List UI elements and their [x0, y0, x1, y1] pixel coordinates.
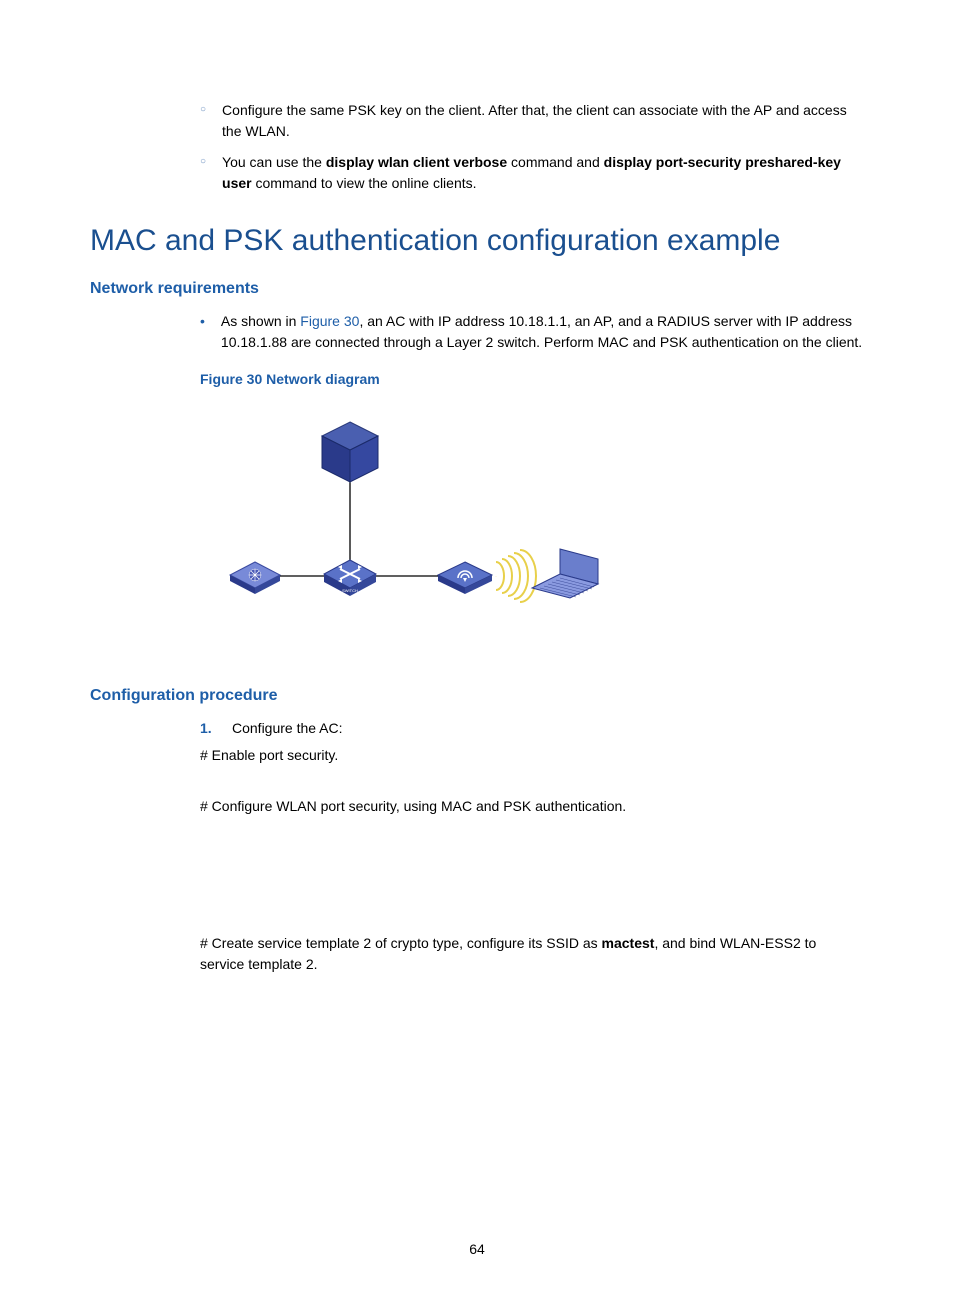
- subsection-heading: Configuration procedure: [90, 684, 864, 708]
- figure-link[interactable]: Figure 30: [300, 313, 359, 329]
- laptop-icon: [532, 549, 598, 598]
- subsection-heading: Network requirements: [90, 277, 864, 301]
- intro-sub-bullets: ○ Configure the same PSK key on the clie…: [200, 100, 864, 194]
- procedure-step: 1. Configure the AC:: [200, 718, 864, 739]
- text-span: # Create service template 2 of crypto ty…: [200, 935, 602, 951]
- text-span: As shown in: [221, 313, 300, 329]
- step-detail: # Configure WLAN port security, using MA…: [200, 796, 864, 817]
- figure-caption: Figure 30 Network diagram: [200, 369, 864, 390]
- bullet-text: As shown in Figure 30, an AC with IP add…: [221, 311, 864, 353]
- bold-ssid: mactest: [602, 935, 655, 951]
- bullet-text: You can use the display wlan client verb…: [222, 152, 864, 194]
- text-span: command and: [507, 154, 604, 170]
- sub-bullet-item: ○ Configure the same PSK key on the clie…: [200, 100, 864, 142]
- bold-command: display wlan client verbose: [326, 154, 507, 170]
- server-icon: [322, 422, 378, 482]
- switch-icon: SWITCH: [324, 560, 376, 596]
- wireless-signal-icon: [496, 550, 536, 602]
- step-text: Configure the AC:: [232, 718, 864, 739]
- text-span: command to view the online clients.: [252, 175, 477, 191]
- bullet-text: Configure the same PSK key on the client…: [222, 100, 864, 142]
- requirement-bullet: • As shown in Figure 30, an AC with IP a…: [200, 311, 864, 353]
- sub-bullet-item: ○ You can use the display wlan client ve…: [200, 152, 864, 194]
- circle-bullet-icon: ○: [200, 152, 206, 194]
- step-detail: # Enable port security.: [200, 745, 864, 766]
- svg-text:SWITCH: SWITCH: [342, 588, 358, 593]
- access-point-icon: [438, 562, 492, 594]
- circle-bullet-icon: ○: [200, 100, 206, 142]
- dot-bullet-icon: •: [200, 311, 205, 353]
- network-diagram: SWITCH: [200, 404, 864, 644]
- page-number: 64: [0, 1239, 954, 1260]
- step-number: 1.: [200, 718, 216, 739]
- device-icon: [230, 562, 280, 594]
- text-span: You can use the: [222, 154, 326, 170]
- step-detail: # Create service template 2 of crypto ty…: [200, 933, 864, 975]
- section-heading: MAC and PSK authentication configuration…: [90, 218, 864, 263]
